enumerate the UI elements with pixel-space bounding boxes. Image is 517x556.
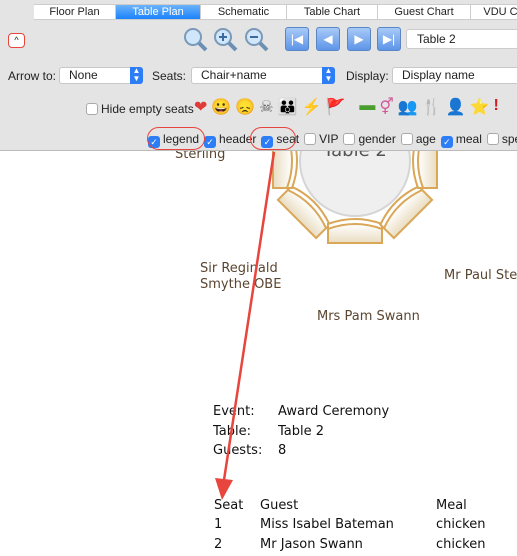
sad-face-icon[interactable]: 😞 (235, 97, 255, 117)
option-label: gender (358, 132, 396, 146)
event-label: Event: (213, 404, 255, 419)
last-table-button[interactable]: ▶| (377, 27, 401, 51)
option-label: meal (455, 132, 482, 146)
header-guest: Guest (260, 498, 299, 513)
tab-table-plan[interactable]: Table Plan (116, 4, 201, 20)
tab-table-chart[interactable]: Table Chart (287, 4, 378, 20)
arrow-to-select[interactable]: None ▲ ▼ (59, 67, 143, 84)
option-label: special (501, 132, 517, 146)
seats-label: Seats: (152, 69, 187, 83)
first-table-button[interactable]: |◀ (285, 27, 309, 51)
row-meal: chicken (436, 517, 486, 532)
option-label: age (415, 132, 436, 146)
flag-icon[interactable]: 🚩 (325, 97, 345, 117)
skull-icon[interactable]: ☠ (259, 97, 273, 117)
happy-face-icon[interactable]: 😀 (211, 97, 231, 117)
exclamation-icon[interactable]: ! (494, 97, 499, 117)
guest-name-label[interactable]: Sir Reginald Smythe OBE (200, 261, 281, 293)
row-meal: chicken (436, 537, 486, 552)
seats-select[interactable]: Chair+name ▲ ▼ (191, 67, 335, 84)
row-seat: 1 (214, 517, 223, 532)
table-value: Table 2 (278, 424, 325, 439)
seats-value: Chair+name (201, 68, 267, 82)
checkbox[interactable] (86, 103, 98, 115)
rainbow-icon[interactable]: ▬ (359, 97, 375, 117)
chair[interactable] (412, 151, 438, 189)
zoom-in-icon[interactable] (212, 26, 238, 52)
stepper-icon: ▲ ▼ (322, 67, 335, 84)
seat-highlight (250, 127, 296, 150)
checkbox[interactable] (343, 133, 356, 145)
row-guest: Miss Isabel Bateman (260, 517, 394, 532)
event-value: Award Ceremony (278, 404, 390, 419)
hide-empty-seats-label: Hide empty seats (101, 102, 194, 116)
chair[interactable] (327, 218, 383, 244)
hide-empty-seats-checkbox[interactable]: Hide empty seats (86, 102, 194, 116)
group-icon[interactable]: 👥 (398, 97, 418, 117)
tab-schematic[interactable]: Schematic (201, 4, 287, 20)
table-diagram: Table 2 (272, 151, 438, 244)
table-label: Table: (213, 424, 251, 439)
previous-table-button[interactable]: ◀ (316, 27, 340, 51)
person-icon[interactable]: 👤 (446, 97, 466, 117)
checkbox[interactable]: ✓ (440, 136, 453, 148)
display-select[interactable]: Display name (392, 67, 517, 84)
checkbox[interactable] (400, 133, 413, 145)
chair[interactable] (272, 151, 298, 189)
option-label: VIP (319, 132, 339, 146)
collapse-toolbar-button[interactable]: ^ (8, 33, 25, 48)
header-seat: Seat (214, 498, 244, 513)
tab-guest-chart[interactable]: Guest Chart (378, 4, 471, 20)
display-label: Display: (346, 69, 389, 83)
option-age[interactable]: age (400, 132, 436, 148)
heart-icon[interactable]: ❤ (194, 97, 207, 117)
option-special[interactable]: special (486, 132, 517, 148)
row-seat: 2 (214, 537, 223, 552)
table-select[interactable]: Table 2 (406, 29, 517, 49)
lightning-icon[interactable]: ⚡ (302, 97, 322, 117)
table-plan-canvas: Table 2 Sterling Sir Reginald Smythe OBE… (0, 147, 517, 556)
arrow-to-value: None (69, 68, 98, 82)
star-icon[interactable]: ⭐ (470, 97, 490, 117)
checkbox[interactable] (486, 133, 499, 145)
guests-label: Guests: (213, 443, 263, 458)
checkbox[interactable]: ✓ (204, 136, 217, 148)
header-meal: Meal (436, 498, 467, 513)
cutlery-icon[interactable]: 🍴 (422, 97, 442, 117)
couple-icon[interactable]: 👪 (278, 97, 298, 117)
tab-vdu[interactable]: VDU C (471, 4, 517, 20)
table-name-label: Table 2 (322, 151, 387, 161)
gender-icon[interactable]: ⚥ (379, 97, 393, 117)
legend-highlight (147, 127, 205, 150)
checkbox[interactable] (304, 133, 317, 145)
zoom-fit-icon[interactable] (182, 26, 208, 52)
guests-value: 8 (278, 443, 287, 458)
filter-icons: ❤ 😀 😞 ☠ 👪 ⚡ 🚩 ▬ ⚥ 👥 🍴 👤 ⭐ ! (194, 97, 499, 117)
arrow-to-label: Arrow to: (8, 69, 57, 83)
option-gender[interactable]: gender (343, 132, 396, 148)
next-table-button[interactable]: ▶ (347, 27, 371, 51)
option-vip[interactable]: VIP (304, 132, 338, 148)
view-tabs: Floor Plan Table Plan Schematic Table Ch… (34, 4, 517, 20)
stepper-icon: ▲ ▼ (130, 67, 143, 84)
guest-name-label[interactable]: Mrs Pam Swann (317, 309, 420, 325)
guest-name-label[interactable]: Mr Paul Ste (444, 268, 517, 284)
row-guest: Mr Jason Swann (260, 537, 363, 552)
zoom-out-icon[interactable] (243, 26, 269, 52)
option-header[interactable]: ✓ header (204, 132, 256, 148)
tab-floor-plan[interactable]: Floor Plan (34, 4, 116, 20)
display-value: Display name (402, 68, 475, 82)
option-meal[interactable]: ✓ meal (440, 132, 482, 148)
